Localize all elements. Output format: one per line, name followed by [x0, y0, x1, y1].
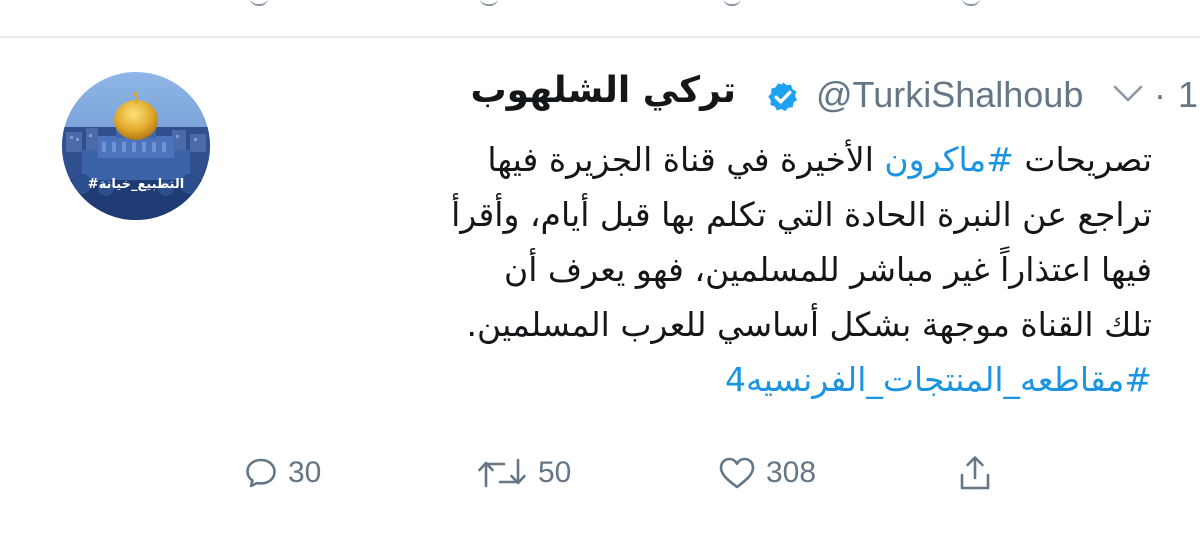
heart-icon [719, 457, 755, 489]
tweet-text-line-2: تراجع عن النبرة الحادة التي تكلم بها قبل… [451, 195, 1152, 234]
text-segment: تصريحات [1013, 140, 1152, 179]
chevron-down-icon[interactable] [1112, 84, 1144, 104]
tweet-text: تصريحات #ماكرون الأخيرة في قناة الجزيرة … [252, 132, 1152, 407]
retweet-icon [478, 458, 526, 488]
share-button[interactable] [958, 448, 992, 498]
tweet-header: تركي الشلهوب @TurkiShalhoub · 1h [236, 70, 1200, 128]
reply-button[interactable]: 30 [244, 448, 321, 498]
text-segment: الأخيرة في قناة الجزيرة فيها [487, 140, 885, 179]
timestamp[interactable]: 1h [1178, 74, 1200, 116]
like-button[interactable]: 308 [718, 448, 816, 498]
hashtag-link[interactable]: #مقاطعه_المنتجات_الفرنسيه4 [252, 352, 1152, 407]
verified-badge-icon [768, 82, 798, 112]
user-handle[interactable]: @TurkiShalhoub [816, 74, 1083, 116]
tweet-text-line-1: تصريحات #ماكرون الأخيرة في قناة الجزيرة … [252, 132, 1152, 187]
reply-icon [246, 458, 276, 488]
retweet-button[interactable]: 50 [476, 448, 571, 498]
tweet-text-line-3: فيها اعتذاراً غير مباشر للمسلمين، فهو يع… [504, 250, 1152, 289]
tweet-actions: 30 50 308 [0, 448, 1200, 498]
retweet-icon-fragment [480, 0, 498, 6]
separator-dot: · [1154, 74, 1166, 115]
like-count: 308 [766, 456, 817, 489]
retweet-count: 50 [538, 456, 572, 489]
heart-icon-fragment [723, 0, 741, 6]
reply-icon-fragment [250, 0, 268, 6]
tweet-card[interactable]: #التطبيع_خيانة تركي الشلهوب @TurkiShalho… [0, 38, 1200, 555]
hashtag-link[interactable]: #ماكرون [884, 140, 1013, 179]
avatar-image [62, 72, 210, 220]
share-icon-fragment [962, 0, 980, 6]
avatar-caption: #التطبيع_خيانة [87, 177, 185, 192]
avatar[interactable]: #التطبيع_خيانة [62, 72, 210, 220]
previous-tweet-edge [0, 0, 1200, 36]
share-icon [960, 456, 990, 490]
reply-count: 30 [288, 456, 322, 489]
tweet-text-line-4: تلك القناة موجهة بشكل أساسي للعرب المسلم… [466, 305, 1152, 344]
display-name[interactable]: تركي الشلهوب [471, 70, 737, 111]
